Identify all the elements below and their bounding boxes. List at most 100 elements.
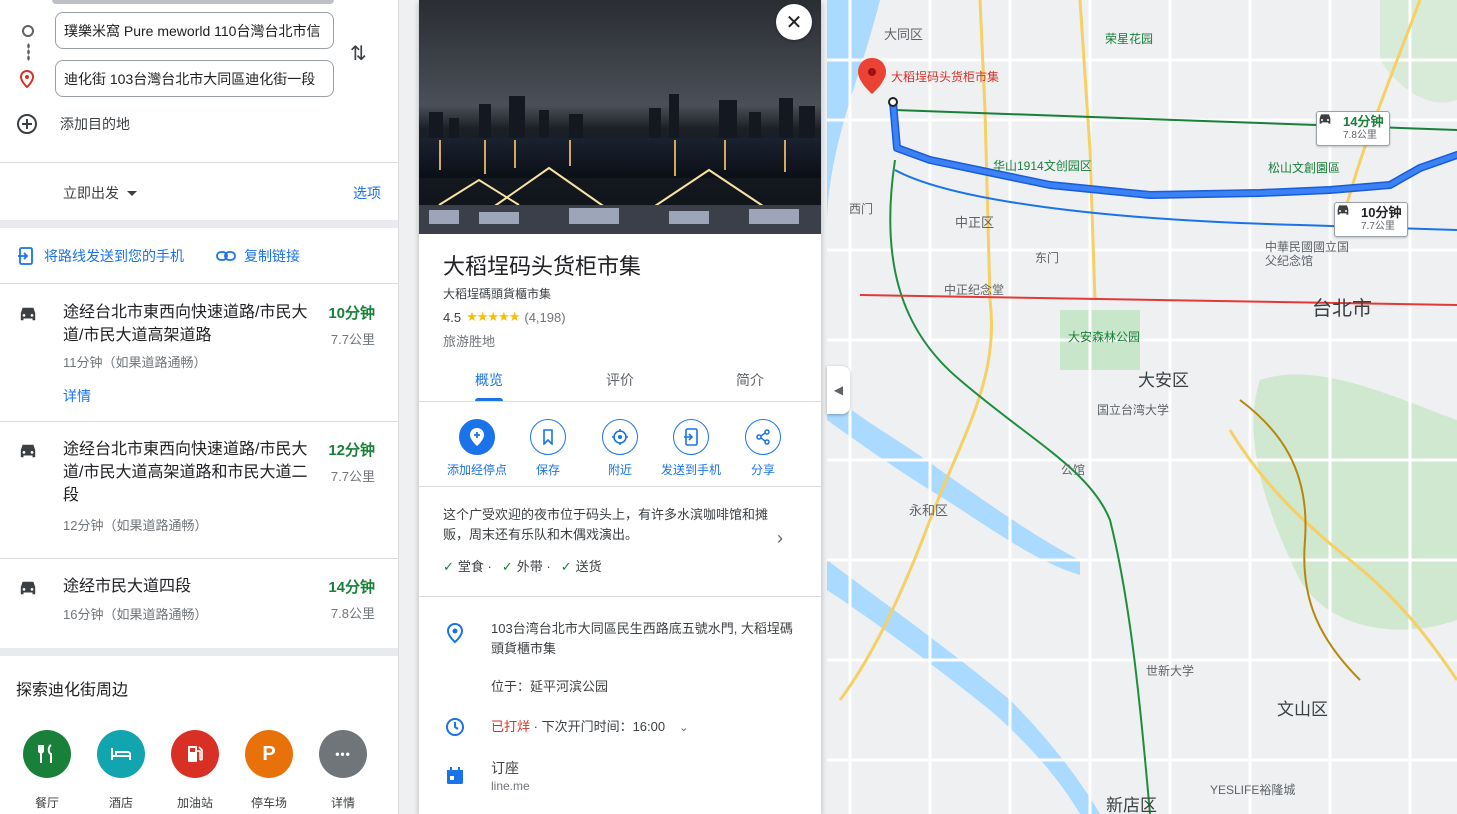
active-tab-indicator xyxy=(475,398,503,401)
car-icon xyxy=(1319,114,1331,124)
add-destination-button[interactable]: 添加目的地 xyxy=(16,113,130,135)
map-label-huashan[interactable]: 华山1914文创园区 xyxy=(993,157,1092,174)
destination-input[interactable]: 迪化街 103台灣台北市大同區迪化街一段 xyxy=(55,60,334,97)
car-icon xyxy=(1337,205,1349,215)
review-count-link[interactable]: (4,198) xyxy=(524,310,565,325)
close-button[interactable]: ✕ xyxy=(776,4,812,40)
place-category[interactable]: 旅游胜地 xyxy=(443,331,495,350)
caret-down-icon xyxy=(127,190,137,196)
amenity-takeout: ✓ 外带 · xyxy=(501,559,551,574)
nearby-icon xyxy=(602,419,638,455)
action-label: 发送到手机 xyxy=(660,463,721,477)
route-time: 14分钟 xyxy=(328,579,375,596)
tab-overview[interactable]: 概览 xyxy=(449,370,529,390)
send-to-phone-button[interactable]: 发送到手机 xyxy=(655,419,727,478)
nearby-button[interactable]: 附近 xyxy=(584,419,656,478)
map-label-zhongzheng: 中正区 xyxy=(955,215,995,230)
hours-status: 已打烊 xyxy=(491,719,531,734)
explore-label: 酒店 xyxy=(108,796,133,810)
route-title: 途经台北市東西向快速道路/市民大道/市民大道高架道路和市民大道二段 xyxy=(63,441,308,504)
depart-now-dropdown[interactable]: 立即出发 xyxy=(63,183,137,203)
check-icon: ✓ xyxy=(443,559,454,574)
chevron-left-icon: ◀ xyxy=(833,383,844,397)
collapse-panel-button[interactable]: ◀ xyxy=(827,366,850,414)
map-destination-label[interactable]: 大稻埕码头货柜市集 xyxy=(891,68,999,85)
add-destination-label: 添加目的地 xyxy=(60,116,130,132)
map-label-datong: 大同区 xyxy=(884,27,924,42)
map-label-sunyatsen[interactable]: 中華民國國立国父纪念馆 xyxy=(1265,240,1349,268)
route-duration-label-alt[interactable]: 14分钟 7.8公里 xyxy=(1316,111,1391,146)
place-photo[interactable] xyxy=(419,0,821,234)
scroll-indicator xyxy=(52,0,334,4)
copy-link-button[interactable]: 复制链接 xyxy=(216,246,300,266)
rating-stars-icon: ★★★★★ xyxy=(466,309,520,324)
route-option-1[interactable]: 途经台北市東西向快速道路/市民大道/市民大道高架道路 11分钟（如果道路通畅） … xyxy=(0,285,398,422)
hours-next-open: · 下次开门时间：16:00 xyxy=(530,719,666,734)
send-to-phone-icon xyxy=(18,247,33,265)
place-card: ✕ 大稻埕码头货柜市集 大稻埕碼頭貨櫃市集 4.5 ★★★★★ (4,198) … xyxy=(419,0,821,814)
explore-title: 探索迪化街周边 xyxy=(16,682,129,699)
restaurant-icon xyxy=(23,730,71,778)
save-button[interactable]: 保存 xyxy=(512,419,584,478)
map-label-taipei: 台北市 xyxy=(1312,298,1372,320)
route-duration-label-selected[interactable]: 10分钟 7.7公里 xyxy=(1334,202,1409,237)
check-icon: ✓ xyxy=(501,559,513,574)
action-label: 分享 xyxy=(750,463,775,477)
map-label-yonghe: 永和区 xyxy=(909,503,949,518)
map-label-dongmen: 东门 xyxy=(1035,251,1060,265)
map-label-rongxing[interactable]: 荣星花园 xyxy=(1105,30,1153,47)
options-button[interactable]: 选项 xyxy=(353,183,381,203)
route-option-3[interactable]: 途经市民大道四段 16分钟（如果道路通畅） 14分钟 7.8公里 xyxy=(0,559,398,648)
amenities-row: ✓ 堂食 · ✓ 外带 · ✓ 送货 xyxy=(443,556,602,575)
directions-panel: 璞樂米窩 Pure meworld 110台灣台北市信 迪化街 103台灣台北市… xyxy=(0,0,399,814)
link-icon xyxy=(216,251,236,261)
map-label-cks[interactable]: 中正纪念堂 xyxy=(944,281,1004,298)
depart-now-label: 立即出发 xyxy=(63,185,119,201)
send-to-phone-link[interactable]: 将路线发送到您的手机 xyxy=(16,246,184,266)
swap-icon[interactable]: ⇅ xyxy=(350,41,367,66)
place-alt-name: 大稻埕碼頭貨櫃市集 xyxy=(443,287,552,301)
explore-restaurants-button[interactable]: 餐厅 xyxy=(17,730,77,811)
map-label-songshan[interactable]: 松山文創園區 xyxy=(1268,159,1340,176)
place-address[interactable]: 103台湾台北市大同區民生西路底五號水門, 大稻埕碼頭貨櫃市集 xyxy=(491,619,801,659)
explore-more-button[interactable]: ••• 详情 xyxy=(313,730,373,811)
route-distance: 7.7公里 xyxy=(330,332,375,347)
action-label: 附近 xyxy=(607,463,632,477)
add-circle-icon xyxy=(17,114,37,134)
divider xyxy=(419,596,821,597)
explore-gas-button[interactable]: 加油站 xyxy=(165,730,225,811)
tab-about[interactable]: 简介 xyxy=(710,370,790,390)
origin-circle-icon xyxy=(22,25,34,37)
route-option-2[interactable]: 途经台北市東西向快速道路/市民大道/市民大道高架道路和市民大道二段 12分钟（如… xyxy=(0,422,398,559)
place-tabs: 概览 评价 简介 xyxy=(419,357,821,402)
explore-parking-button[interactable]: P 停车场 xyxy=(239,730,299,811)
origin-input[interactable]: 璞樂米窩 Pure meworld 110台灣台北市信 xyxy=(55,12,334,49)
chevron-down-icon: ⌄ xyxy=(679,722,689,734)
route-dots-icon xyxy=(27,43,30,61)
route-details-link[interactable]: 详情 xyxy=(63,386,91,406)
map-label-yeslife[interactable]: YESLIFE裕隆城 xyxy=(1210,781,1295,798)
map-label-ximen: 西门 xyxy=(849,202,874,216)
hotel-icon xyxy=(97,730,145,778)
place-description[interactable]: 这个广受欢迎的夜市位于码头上，有许多水滨咖啡馆和摊贩，周末还有乐队和木偶戏演出。 xyxy=(443,505,773,545)
explore-label: 停车场 xyxy=(250,796,287,810)
explore-label: 详情 xyxy=(330,796,355,810)
share-button[interactable]: 分享 xyxy=(727,419,799,478)
calendar-icon xyxy=(447,767,463,784)
map-label-ntu[interactable]: 国立台湾大学 xyxy=(1097,401,1169,418)
divider xyxy=(0,648,398,656)
map-label-xinhai[interactable]: 世新大学 xyxy=(1146,662,1194,679)
hours-row[interactable]: 已打烊 · 下次开门时间：16:00 ⌄ xyxy=(491,717,801,738)
reserve-link[interactable]: 订座 xyxy=(491,758,801,778)
explore-hotels-button[interactable]: 酒店 xyxy=(91,730,151,811)
action-label: 添加经停点 xyxy=(446,463,507,477)
chevron-right-icon[interactable]: › xyxy=(777,528,783,549)
tab-reviews[interactable]: 评价 xyxy=(580,370,660,390)
add-stop-button[interactable]: 添加经停点 xyxy=(441,419,513,478)
clock-icon xyxy=(446,718,464,736)
route-subtitle: 11分钟（如果道路通畅） xyxy=(63,355,207,370)
rating-value: 4.5 xyxy=(443,309,462,325)
located-in[interactable]: 位于：延平河滨公园 xyxy=(491,677,801,697)
check-icon: ✓ xyxy=(560,559,572,574)
map-label-daan-park[interactable]: 大安森林公园 xyxy=(1068,328,1140,345)
